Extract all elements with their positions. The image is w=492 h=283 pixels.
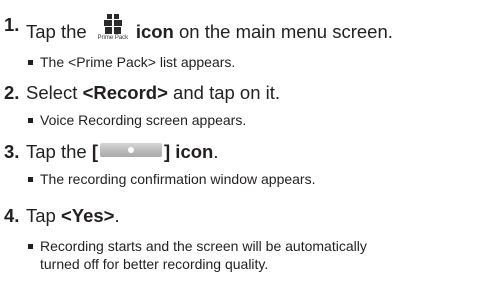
- note-text: turned off for better recording quality.: [40, 256, 269, 272]
- step-text-after: and tap on it.: [167, 82, 281, 103]
- note-text: The <Prime Pack> list appears.: [40, 54, 236, 70]
- step-text-before: Tap the: [26, 21, 92, 42]
- note-text: The recording confirmation window appear…: [40, 171, 316, 187]
- note-text: Voice Recording screen appears.: [40, 112, 247, 128]
- step-text-after: .: [114, 205, 120, 226]
- step-text: Tap <Yes>.: [26, 205, 120, 227]
- bullet-icon: [28, 244, 33, 249]
- bracket-open: [: [91, 141, 98, 162]
- step-4: 4. Tap <Yes>.: [0, 205, 492, 227]
- record-dot: [128, 147, 134, 153]
- step-2: 2. Select <Record> and tap on it.: [0, 82, 492, 104]
- step-number: 2.: [4, 82, 20, 103]
- step-text-before: Tap: [26, 205, 61, 226]
- step-bold: <Yes>: [60, 205, 115, 226]
- step-text-before: Tap the: [26, 141, 92, 162]
- step-bold: ] icon: [164, 141, 214, 162]
- note-text: Recording starts and the screen will be …: [40, 238, 367, 254]
- prime-pack-icon-label: Prime Pack: [97, 35, 129, 41]
- step-3: 3. Tap the [ ] icon.: [0, 141, 492, 163]
- step-bold: icon: [135, 21, 174, 42]
- step-1: 1. Tap the Prime Pack icon on the main m…: [0, 8, 492, 42]
- step-number: 4.: [4, 205, 20, 226]
- step-number: 3.: [4, 141, 20, 162]
- step-text-after: on the main menu screen.: [173, 21, 393, 42]
- record-button-icon: [100, 143, 162, 157]
- step-text-after: .: [213, 141, 219, 162]
- step-text: Tap the [ ] icon.: [26, 141, 218, 163]
- prime-pack-icon: Prime Pack: [94, 14, 132, 44]
- step-text-before: Select: [26, 82, 83, 103]
- step-bold: <Record>: [82, 82, 168, 103]
- step-text: Tap the Prime Pack icon on the main menu…: [26, 14, 393, 44]
- step-number: 1.: [4, 14, 20, 35]
- step-text: Select <Record> and tap on it.: [26, 82, 280, 104]
- bullet-icon: [28, 60, 33, 65]
- bullet-icon: [28, 177, 33, 182]
- bullet-icon: [28, 118, 33, 123]
